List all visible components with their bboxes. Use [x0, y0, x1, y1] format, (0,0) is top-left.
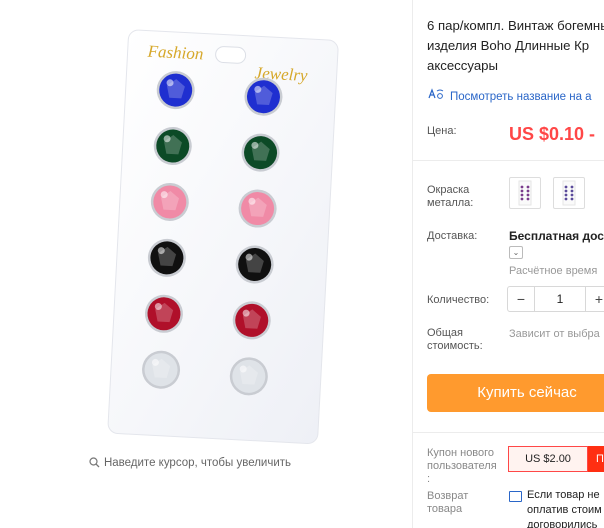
card-brand-left: Fashion — [146, 42, 204, 64]
buy-now-button[interactable]: Купить сейчас — [427, 374, 604, 412]
coupon-get-button[interactable]: П — [588, 446, 604, 472]
coupon-label: Купон нового пользователя : — [427, 447, 497, 485]
quantity-input[interactable]: 1 — [535, 287, 585, 311]
translate-link[interactable]: Посмотреть название на а — [427, 88, 592, 103]
quantity-increase-button[interactable]: + — [586, 287, 604, 311]
coupon-amount: US $2.00 — [508, 446, 588, 472]
price-label: Цена: — [427, 125, 457, 137]
divider-price — [413, 160, 604, 161]
zoom-hint: Наведите курсор, чтобы увеличить — [0, 457, 380, 471]
product-image[interactable]: Fashion Jewelry — [0, 0, 412, 528]
total-value: Зависит от выбра — [509, 328, 600, 340]
returns-label: Возврат товара — [427, 490, 469, 515]
price-value: US $0.10 - — [509, 124, 596, 144]
zoom-hint-text: Наведите курсор, чтобы увеличить — [103, 457, 292, 469]
product-gallery[interactable]: Fashion Jewelry Наведите курсор, чтобы у… — [0, 0, 412, 528]
shipping-label: Доставка: — [427, 230, 478, 242]
chevron-down-icon[interactable]: ⌄ — [509, 246, 523, 259]
color-swatch-1[interactable] — [509, 177, 541, 209]
product-title: 6 пар/компл. Винтаж богемные изделия Boh… — [427, 18, 604, 73]
magnifier-icon — [89, 457, 100, 471]
quantity-label: Количество: — [427, 294, 490, 306]
delivery-eta: Расчётное время — [509, 265, 598, 277]
quantity-decrease-button[interactable]: − — [508, 287, 534, 311]
color-label: Окраска металла: — [427, 184, 474, 209]
translate-link-label[interactable]: Посмотреть название на а — [450, 91, 592, 103]
returns-text: Если товар не оплатив стоим договорились — [527, 489, 602, 528]
translate-icon — [427, 88, 444, 103]
color-swatch-2[interactable] — [553, 177, 585, 209]
product-info: 6 пар/компл. Винтаж богемные изделия Boh… — [413, 0, 604, 528]
total-label: Общая стоимость: — [427, 327, 483, 352]
return-icon — [509, 491, 522, 502]
shipping-value[interactable]: Бесплатная дост — [509, 229, 604, 243]
quantity-stepper: − 1 + — [507, 286, 604, 312]
divider-coupon — [413, 432, 604, 433]
